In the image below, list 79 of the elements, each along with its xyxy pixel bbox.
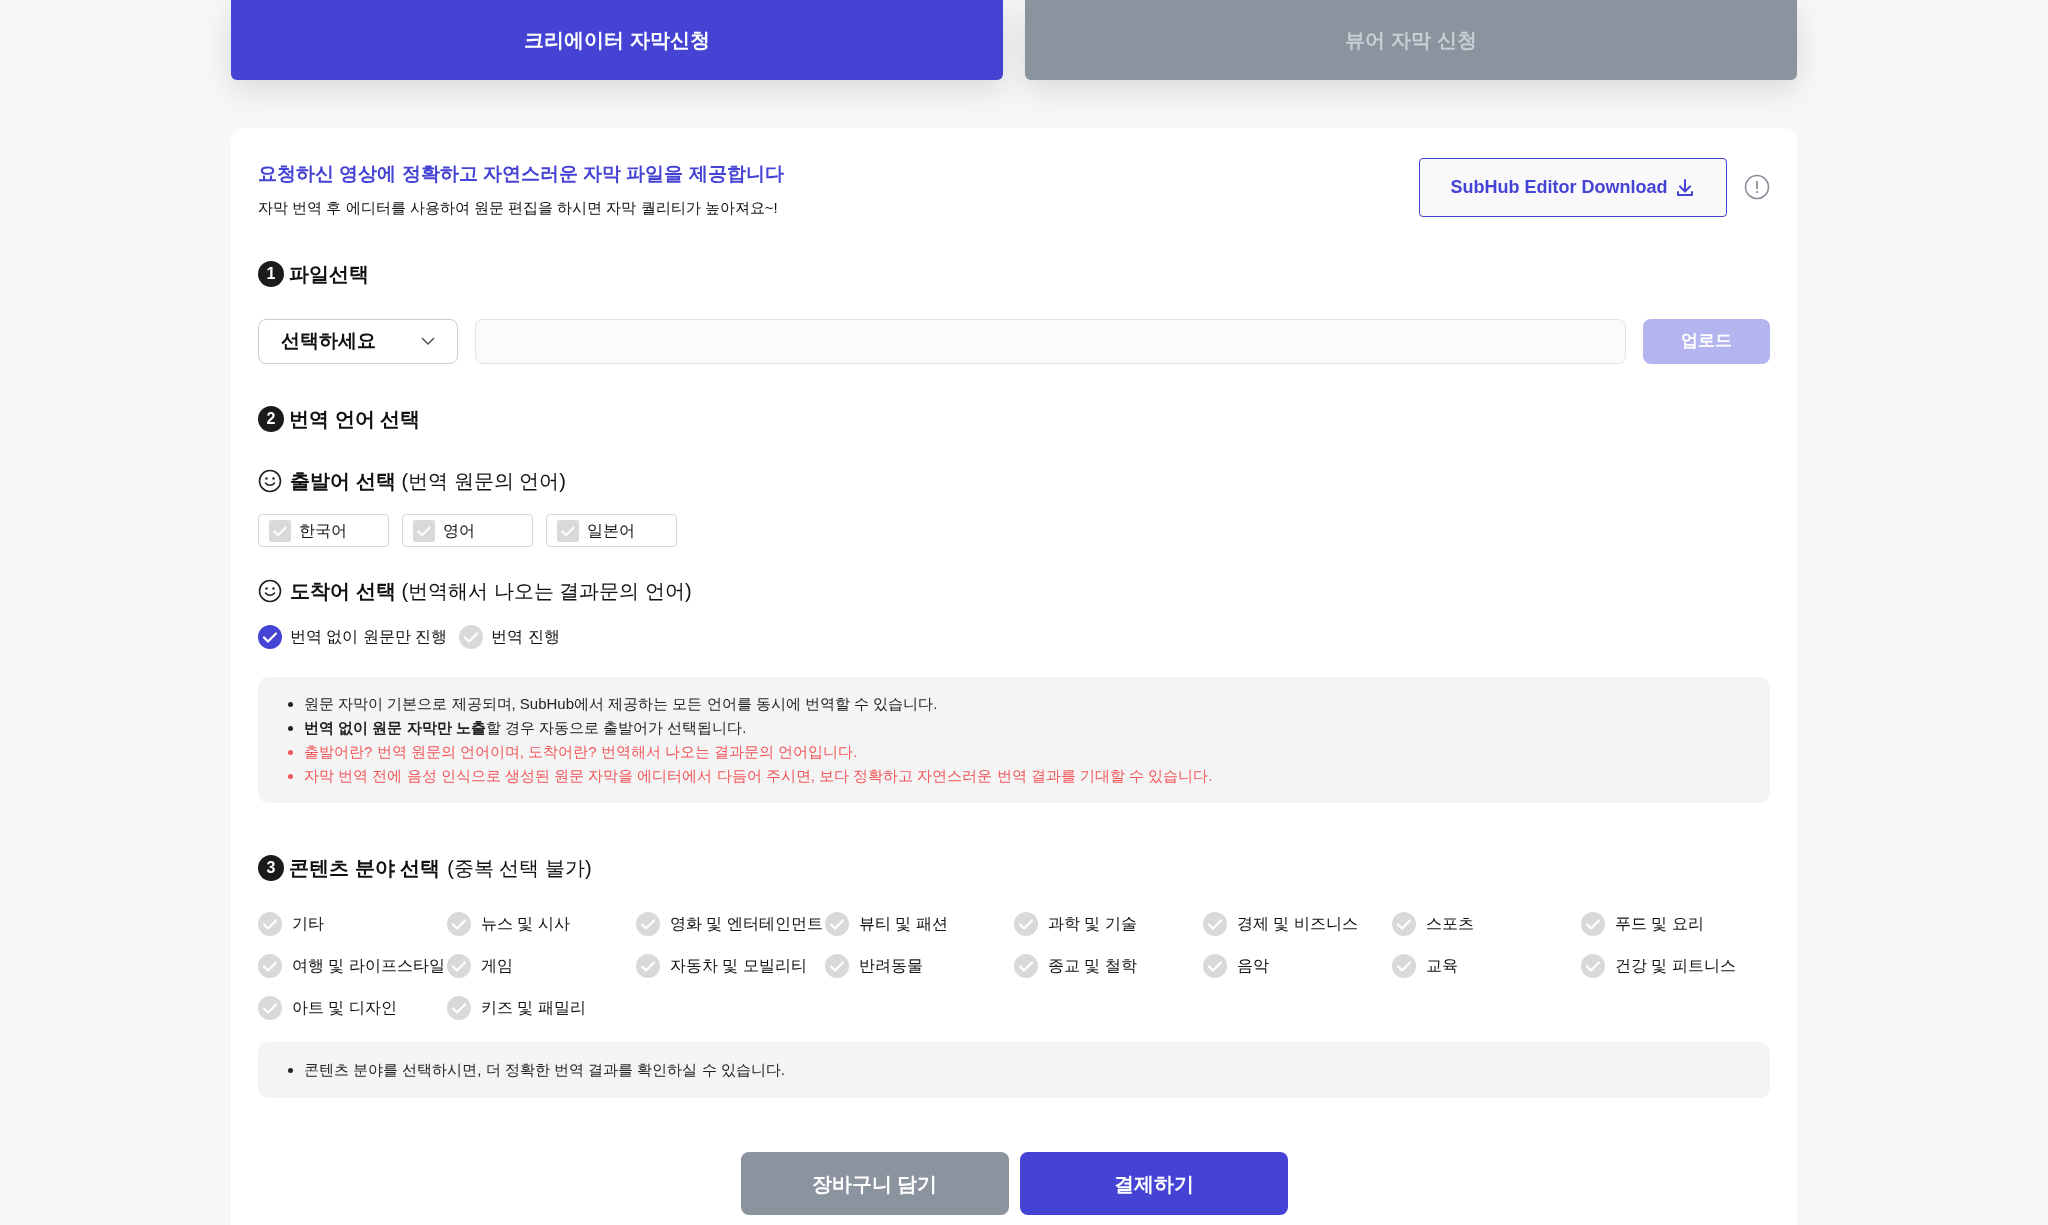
step-number: 2 [258, 406, 284, 432]
radio-icon [825, 954, 849, 978]
smiley-icon [258, 469, 282, 493]
category-option[interactable]: 경제 및 비즈니스 [1203, 912, 1392, 936]
bullet-icon [288, 773, 293, 779]
subsection-title: 도착어 선택 [290, 579, 396, 604]
radio-icon [459, 625, 484, 649]
note-text: 번역 없이 원문 자막만 노출할 경우 자동으로 출발어가 선택됩니다. [304, 718, 747, 738]
category-option[interactable]: 반려동물 [825, 954, 1014, 978]
checkbox-icon [413, 519, 435, 542]
note-text: 원문 자막이 기본으로 제공되며, SubHub에서 제공하는 모든 언어를 동시에 번역할 수 있습니다. [304, 694, 938, 714]
info-icon[interactable] [1744, 174, 1770, 200]
radio-icon [825, 912, 849, 936]
checkbox-option[interactable]: 한국어 [258, 514, 389, 547]
category-option[interactable]: 아트 및 디자인 [258, 996, 447, 1020]
radio-icon [258, 625, 282, 649]
tab[interactable]: 크리에이터 자막신청 [231, 0, 1003, 80]
radio-icon [1392, 912, 1416, 936]
note-text: 콘텐츠 분야를 선택하시면, 더 정확한 번역 결과를 확인하실 수 있습니다. [304, 1060, 785, 1080]
radio-icon [1392, 954, 1416, 978]
category-option[interactable]: 스포츠 [1392, 912, 1581, 936]
category-option[interactable]: 건강 및 피트니스 [1581, 954, 1770, 978]
intro-subtitle: 자막 번역 후 에디터를 사용하여 원문 편집을 하시면 자막 퀄리티가 높아져요~! [258, 197, 779, 218]
category-option[interactable]: 과학 및 기술 [1014, 912, 1203, 936]
radio-icon [1203, 912, 1227, 936]
radio-icon [1014, 912, 1038, 936]
radio-icon [1581, 912, 1605, 936]
bullet-icon [288, 749, 293, 755]
checkbox-option[interactable]: 영어 [402, 514, 533, 547]
radio-icon [1014, 954, 1038, 978]
section-title: 파일선택 [289, 262, 369, 287]
category-option[interactable]: 기타 [258, 912, 447, 936]
note-text: 출발어란? 번역 원문의 언어이며, 도착어란? 번역해서 나오는 결과문의 언어입니다. [304, 742, 858, 762]
file-input-field[interactable] [475, 318, 1626, 364]
chevron-down-icon [421, 336, 435, 346]
category-option[interactable]: 교육 [1392, 954, 1581, 978]
download-button[interactable]: SubHub Editor Download [1419, 158, 1727, 217]
radio-option[interactable]: 번역 진행 [459, 625, 560, 649]
category-option[interactable]: 키즈 및 패밀리 [447, 996, 636, 1020]
category-option[interactable]: 음악 [1203, 954, 1392, 978]
checkbox-icon [557, 519, 579, 542]
radio-icon [258, 912, 282, 936]
radio-icon [258, 996, 282, 1020]
step-number: 3 [258, 855, 284, 881]
checkbox-icon [269, 519, 291, 542]
radio-icon [258, 954, 282, 978]
intro-title: 요청하신 영상에 정확하고 자연스러운 자막 파일을 제공합니다 [258, 162, 785, 186]
section-hint: (중복 선택 불가) [447, 856, 592, 881]
category-option[interactable]: 여행 및 라이프스타일 [258, 954, 447, 978]
section-title: 번역 언어 선택 [289, 407, 421, 432]
radio-icon [636, 912, 660, 936]
subsection-title: 출발어 선택 [290, 469, 396, 494]
category-option[interactable]: 종교 및 철학 [1014, 954, 1203, 978]
radio-icon [447, 954, 471, 978]
category-option[interactable]: 푸드 및 요리 [1581, 912, 1770, 936]
category-option[interactable]: 뷰티 및 패션 [825, 912, 1014, 936]
category-option[interactable]: 자동차 및 모빌리티 [636, 954, 825, 978]
category-option[interactable]: 영화 및 엔터테인먼트 [636, 912, 825, 936]
section-title: 콘텐츠 분야 선택 [289, 856, 441, 881]
radio-icon [636, 954, 660, 978]
bullet-icon [288, 1067, 293, 1073]
checkbox-option[interactable]: 일본어 [546, 514, 677, 547]
select-dropdown[interactable]: 선택하세요 [258, 318, 458, 364]
radio-icon [447, 912, 471, 936]
radio-icon [447, 996, 471, 1020]
checkout-button[interactable]: 결제하기 [1019, 1152, 1288, 1215]
radio-icon [1581, 954, 1605, 978]
category-option[interactable]: 게임 [447, 954, 636, 978]
radio-icon [1203, 954, 1227, 978]
bullet-icon [288, 725, 293, 731]
download-icon [1675, 177, 1696, 198]
step-number: 1 [258, 261, 284, 287]
subsection-hint: (번역 원문의 언어) [401, 469, 566, 494]
subsection-hint: (번역해서 나오는 결과문의 언어) [401, 579, 692, 604]
radio-option[interactable]: 번역 없이 원문만 진행 [258, 625, 448, 649]
note-text: 자막 번역 전에 음성 인식으로 생성된 원문 자막을 에디터에서 다듬어 주시면, 보다 정확하고 자연스러운 번역 결과를 기대할 수 있습니다. [304, 766, 1213, 786]
bullet-icon [288, 701, 293, 707]
smiley-icon [258, 579, 282, 603]
category-option[interactable]: 뉴스 및 시사 [447, 912, 636, 936]
